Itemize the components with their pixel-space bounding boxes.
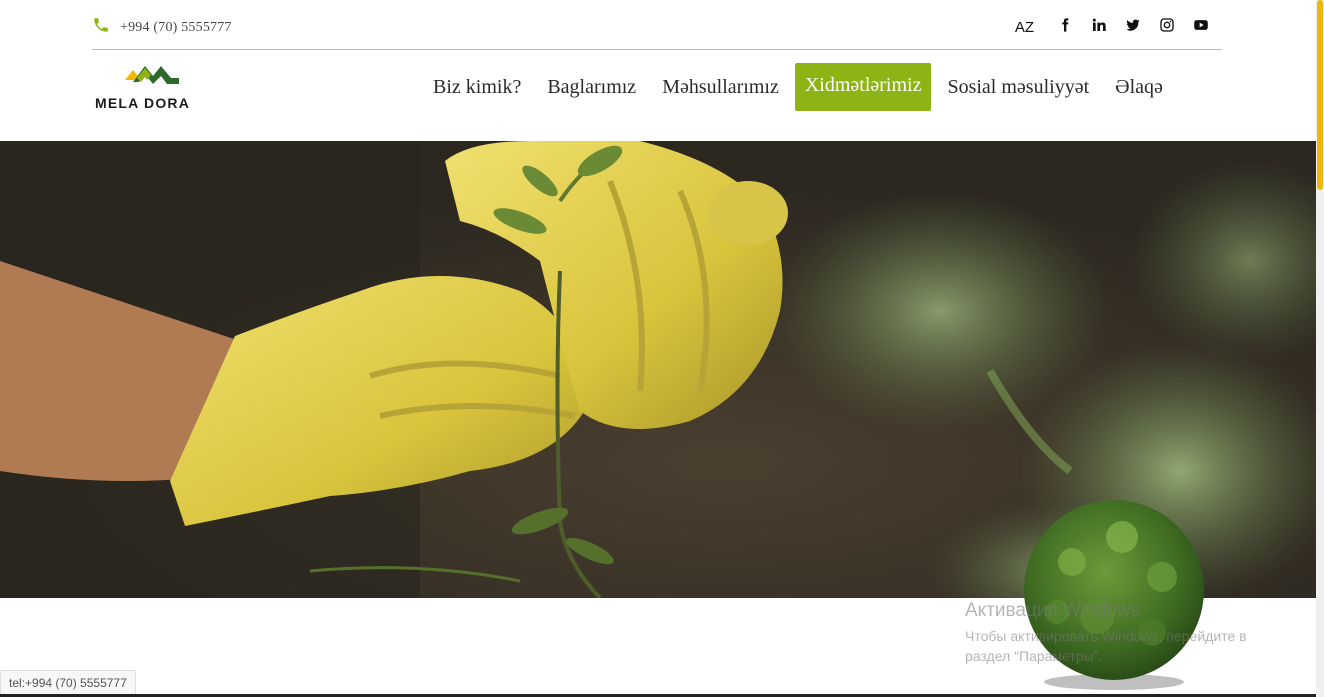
instagram-icon[interactable] — [1158, 16, 1176, 34]
page-scrollbar[interactable] — [1316, 0, 1324, 697]
watermark-subtitle: Чтобы активировать Windows, перейдите в … — [965, 628, 1247, 664]
nav-item-products[interactable]: Məhsullarımız — [652, 63, 789, 111]
linkedin-icon[interactable] — [1090, 16, 1108, 34]
brand-name: MELA DORA — [95, 95, 191, 111]
nav-item-gardens[interactable]: Baglarımız — [537, 63, 646, 111]
phone-icon — [92, 16, 110, 39]
nav-item-about[interactable]: Biz kimik? — [423, 63, 531, 111]
nav-item-social-responsibility[interactable]: Sosial məsuliyyət — [937, 63, 1099, 111]
main-nav: Biz kimik? Baglarımız Məhsullarımız Xidm… — [420, 63, 1176, 111]
social-links: AZ — [1015, 14, 1210, 36]
watermark-title: Активация Windows — [965, 600, 1141, 621]
logo-mark-icon — [125, 66, 179, 84]
brand-logo[interactable]: MELA DORA — [95, 62, 215, 112]
phone-number: +994 (70) 5555777 — [120, 19, 232, 35]
facebook-icon[interactable] — [1056, 16, 1074, 34]
windows-activation-watermark: Активация Windows Чтобы активировать Win… — [965, 600, 1285, 666]
twitter-icon[interactable] — [1124, 16, 1142, 34]
header-divider — [92, 49, 1222, 50]
youtube-icon[interactable] — [1192, 16, 1210, 34]
status-bar-url: tel:+994 (70) 5555777 — [0, 670, 136, 697]
language-switcher[interactable]: AZ — [1015, 19, 1034, 36]
top-bar: +994 (70) 5555777 AZ — [0, 0, 1316, 50]
scrollbar-thumb[interactable] — [1317, 0, 1323, 190]
nav-item-services[interactable]: Xidmətlərimiz — [794, 63, 932, 111]
phone-contact[interactable]: +994 (70) 5555777 — [92, 16, 232, 39]
nav-item-contact[interactable]: Əlaqə — [1105, 63, 1173, 111]
